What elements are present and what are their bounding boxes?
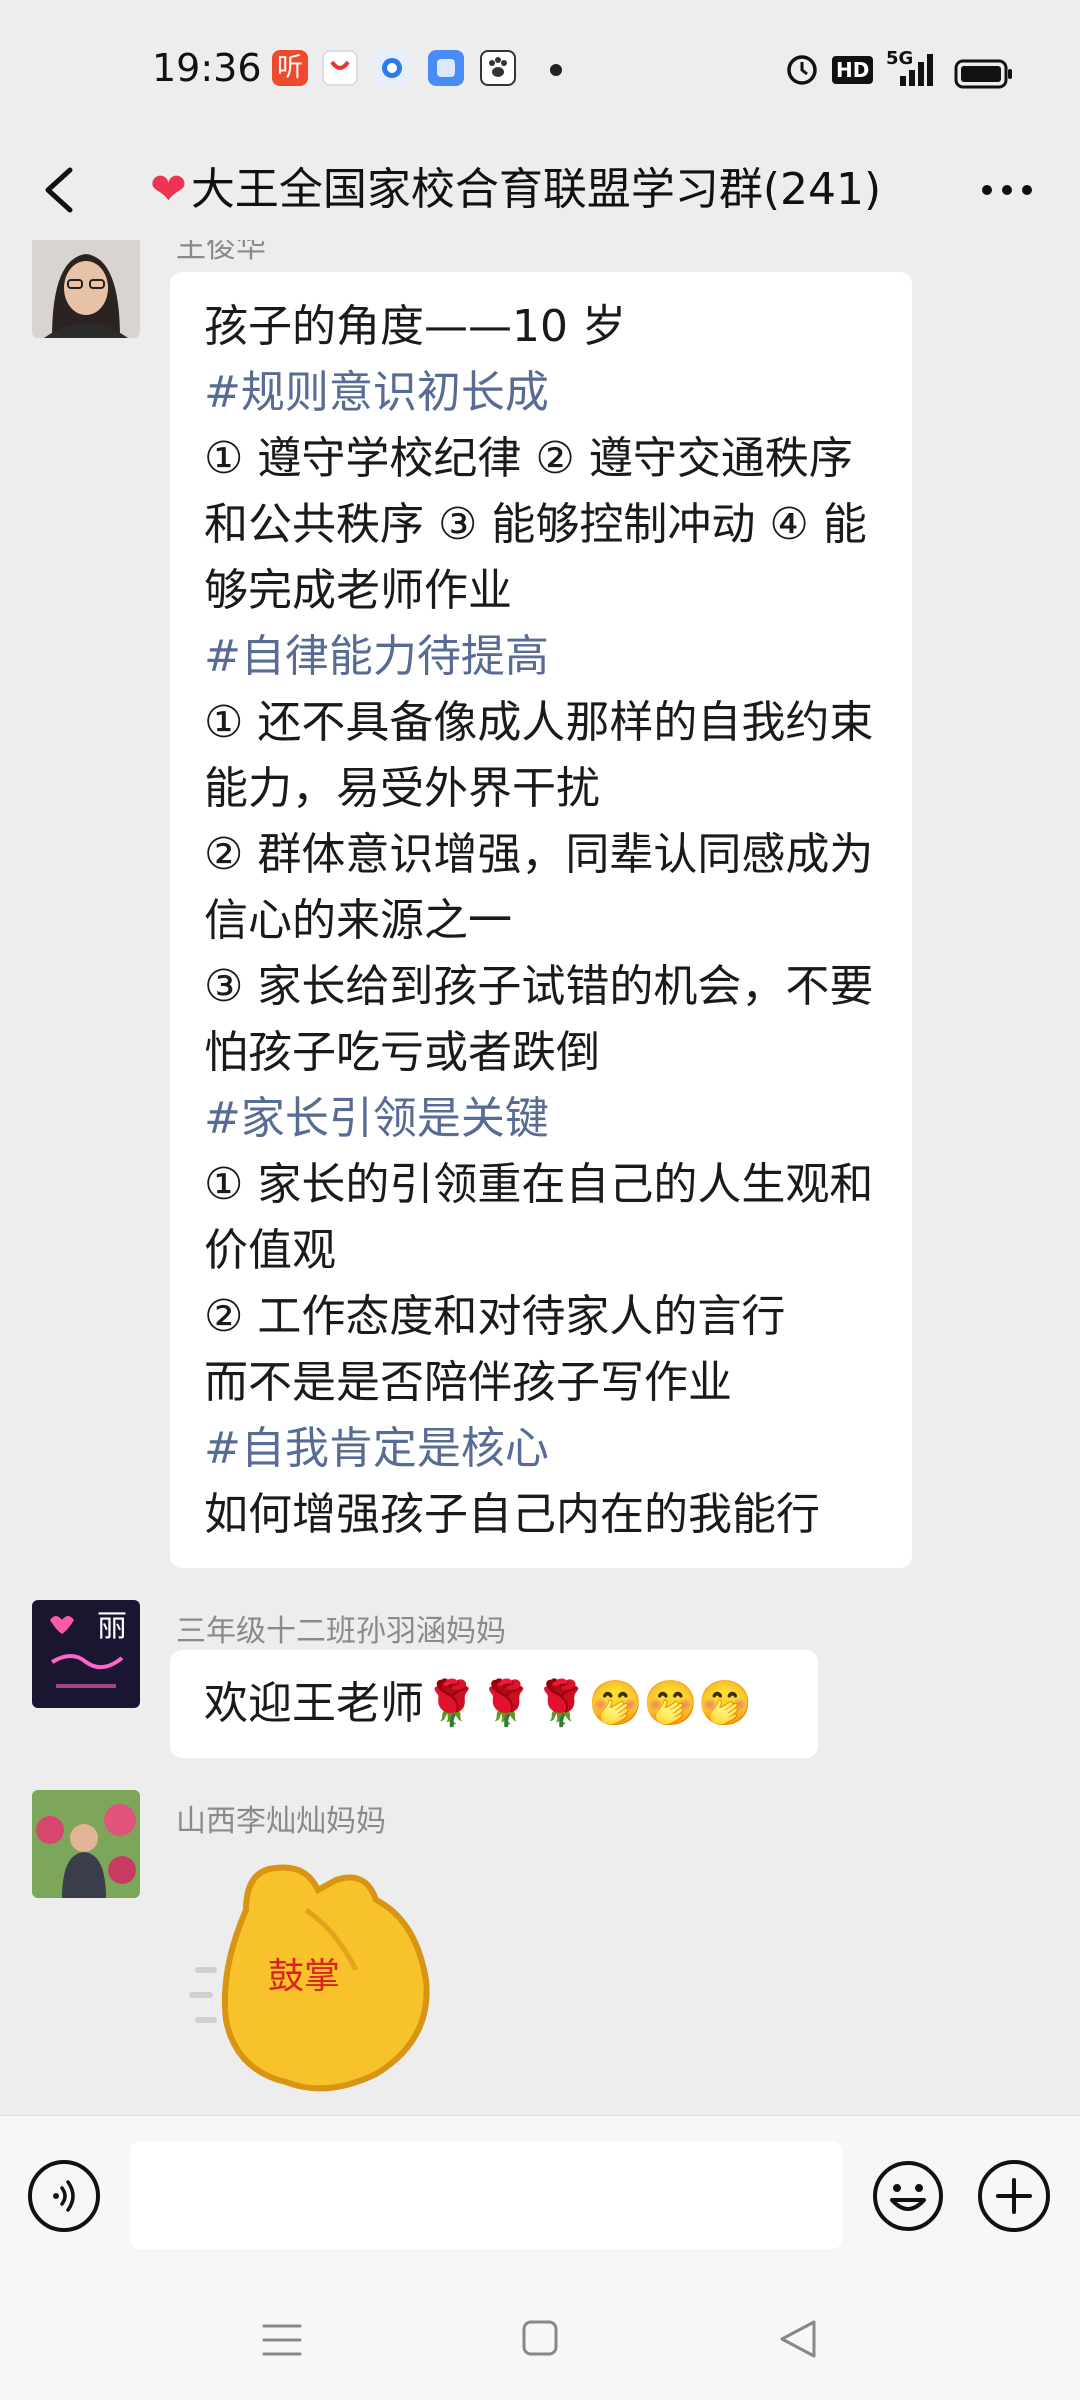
app-icon-3	[374, 50, 410, 86]
home-icon[interactable]	[520, 2318, 560, 2358]
hd-icon: HD	[832, 56, 874, 84]
ellipsis-icon	[982, 185, 1032, 195]
avatar[interactable]	[32, 1790, 140, 1898]
message-text: 孩子的角度——10 岁 #规则意识初长成 ① 遵守学校纪律 ② 遵守交通秩序 和公共秩…	[204, 294, 873, 1548]
chat-title: ❤大王全国家校合育联盟学习群(241)	[150, 140, 930, 240]
notification-dot	[550, 64, 562, 76]
message-line: ① 遵守学校纪律 ② 遵守交通秩序	[204, 433, 853, 484]
avatar-label: 丽	[97, 1609, 127, 1644]
message-line: 和公共秩序 ③ 能够控制冲动 ④ 能	[204, 499, 867, 550]
chat-title-text: 大王全国家校合育联盟学习群(241)	[190, 164, 882, 215]
hashtag-line[interactable]: #自律能力待提高	[204, 624, 873, 690]
back-triangle-icon[interactable]	[776, 2318, 820, 2360]
app-icon-2	[322, 50, 358, 86]
menu-icon[interactable]	[260, 2320, 304, 2360]
message-line: 价值观	[204, 1225, 336, 1276]
message-line: 怕孩子吃亏或者跌倒	[204, 1027, 600, 1078]
avatar[interactable]: 丽	[32, 1600, 140, 1708]
clapping-sticker[interactable]: 鼓掌	[186, 1850, 450, 2100]
app-icon-4	[428, 50, 464, 86]
message-line: ① 家长的引领重在自己的人生观和	[204, 1159, 874, 1210]
back-button[interactable]	[30, 152, 100, 228]
message-line: ③ 家长给到孩子试错的机会，不要	[204, 961, 874, 1012]
message-line: ② 工作态度和对待家人的言行	[204, 1291, 786, 1342]
voice-wave-icon	[53, 2180, 75, 2212]
chat-message-list[interactable]: 王俊华 孩子的角度——10 岁 #规则意识初长成 ① 遵守学校纪律 ② 遵守交通秩序…	[0, 240, 1080, 2115]
message-text: 欢迎王老师🌹🌹🌹🤭🤭🤭	[204, 1678, 753, 1729]
hd-label: HD	[836, 58, 870, 82]
smiley-icon	[873, 2161, 943, 2231]
message-line: ① 还不具备像成人那样的自我约束	[204, 697, 874, 748]
emoji-button[interactable]	[872, 2160, 944, 2232]
avatar[interactable]	[32, 240, 140, 338]
voice-input-button[interactable]	[28, 2160, 100, 2232]
sender-name: 山西李灿灿妈妈	[176, 1804, 386, 1839]
clapping-hands-icon: 鼓掌	[189, 1864, 430, 2092]
sticker-label: 鼓掌	[268, 1956, 340, 1997]
sender-name: 三年级十二班孙羽涵妈妈	[176, 1614, 506, 1649]
message-line: 能力，易受外界干扰	[204, 763, 600, 814]
hashtag-line[interactable]: #家长引领是关键	[204, 1086, 873, 1152]
system-navigation-bar	[0, 2280, 1080, 2400]
app-icon-label: 听	[276, 53, 303, 83]
signal-icon: 5G	[886, 48, 938, 88]
plus-icon	[996, 2178, 1032, 2214]
message-line: 信心的来源之一	[204, 895, 512, 946]
message-line: 如何增强孩子自己内在的我能行	[204, 1489, 820, 1540]
status-bar: 19:36 听 HD 5G	[0, 0, 1080, 140]
chevron-left-icon	[45, 167, 73, 213]
heart-icon: ❤	[150, 164, 187, 215]
message-line: ② 群体意识增强，同辈认同感成为	[204, 829, 874, 880]
hashtag-line[interactable]: #规则意识初长成	[204, 360, 873, 426]
message-input[interactable]	[130, 2141, 842, 2249]
status-time: 19:36	[152, 46, 262, 90]
alarm-icon	[787, 55, 817, 85]
message-bubble[interactable]: 孩子的角度——10 岁 #规则意识初长成 ① 遵守学校纪律 ② 遵守交通秩序 和公共秩…	[170, 272, 912, 1568]
sender-name: 王俊华	[176, 240, 266, 265]
message-bubble[interactable]: 欢迎王老师🌹🌹🌹🤭🤭🤭	[170, 1650, 818, 1758]
message-line: 孩子的角度——10 岁	[204, 301, 626, 352]
more-functions-button[interactable]	[978, 2160, 1050, 2232]
hashtag-line[interactable]: #自我肯定是核心	[204, 1416, 873, 1482]
message-line: 而不是是否陪伴孩子写作业	[204, 1357, 732, 1408]
message-line: 够完成老师作业	[204, 565, 512, 616]
chat-header: ❤大王全国家校合育联盟学习群(241)	[0, 140, 1080, 240]
message-input-bar	[0, 2115, 1080, 2281]
ximalaya-app-icon: 听	[272, 50, 308, 86]
more-options-button[interactable]	[972, 160, 1042, 220]
paw-app-icon	[480, 50, 516, 86]
battery-icon	[954, 59, 1012, 89]
